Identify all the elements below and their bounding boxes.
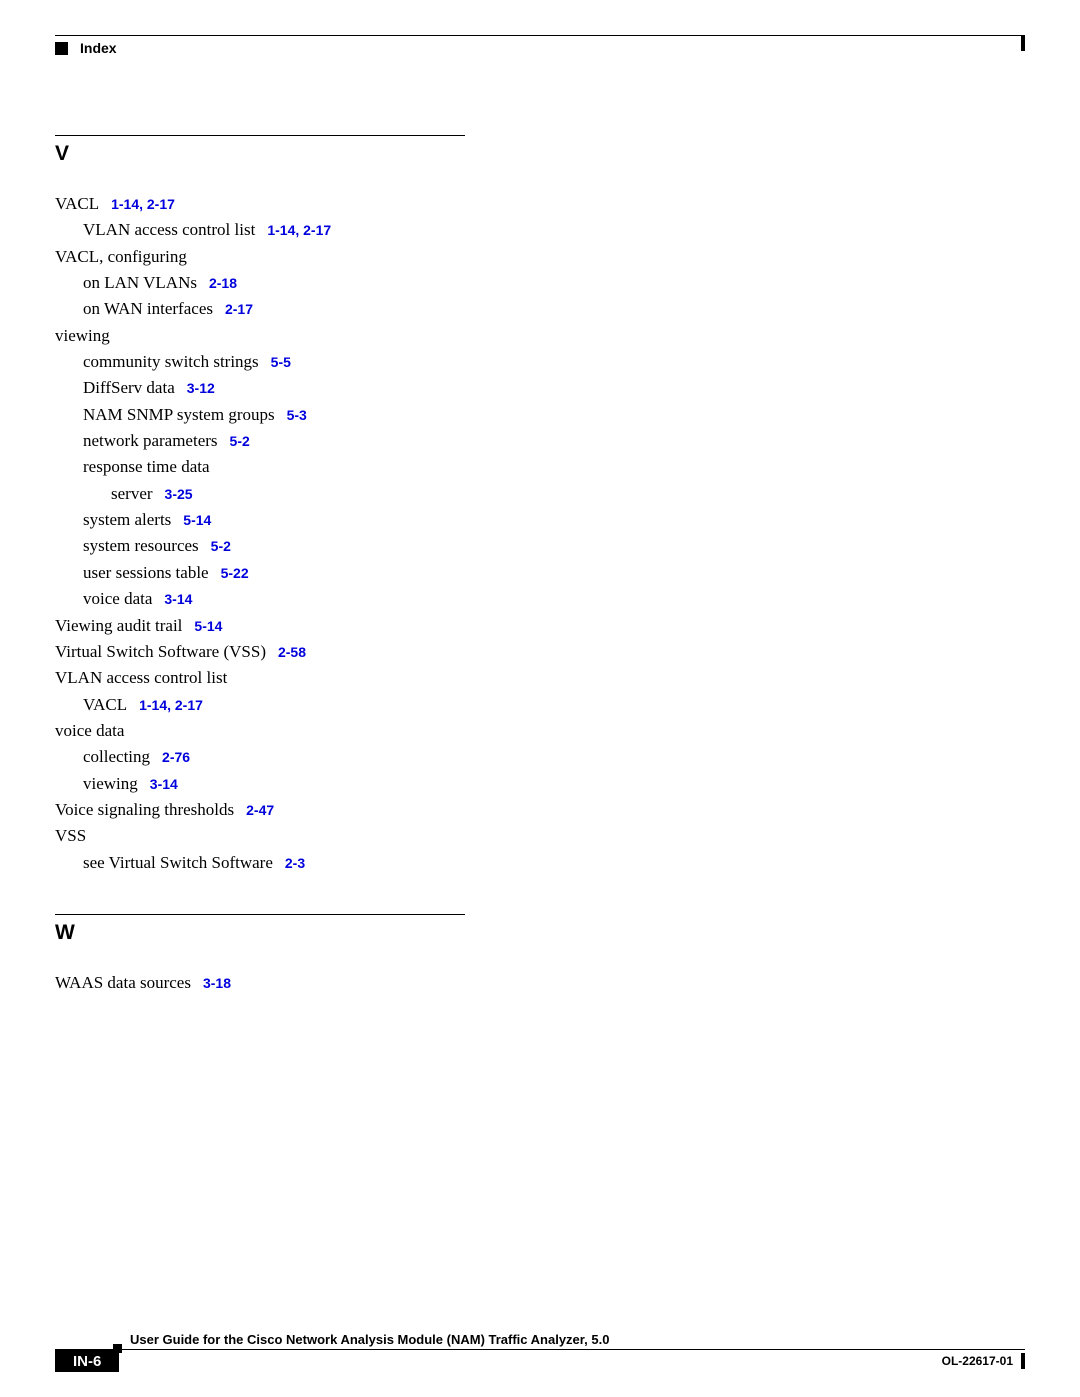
- index-entry: Virtual Switch Software (VSS) 2-58: [55, 639, 465, 665]
- index-entry: community switch strings 5-5: [55, 349, 465, 375]
- index-entry: server 3-25: [55, 481, 465, 507]
- entry-text: collecting: [83, 747, 150, 766]
- entry-text: Viewing audit trail: [55, 616, 182, 635]
- page-ref[interactable]: 3-12: [187, 380, 215, 396]
- index-entry: voice data: [55, 718, 465, 744]
- page-ref[interactable]: 2-76: [162, 749, 190, 765]
- entry-text: server: [111, 484, 153, 503]
- index-entry: system resources 5-2: [55, 533, 465, 559]
- page-ref[interactable]: 5-5: [271, 354, 291, 370]
- section-rule: [55, 914, 465, 915]
- index-entry: VSS: [55, 823, 465, 849]
- index-entry: VACL 1-14, 2-17: [55, 191, 465, 217]
- index-entry: user sessions table 5-22: [55, 560, 465, 586]
- entry-text: Voice signaling thresholds: [55, 800, 234, 819]
- footer-doc-title: User Guide for the Cisco Network Analysi…: [55, 1332, 1025, 1349]
- entry-text: system alerts: [83, 510, 171, 529]
- entry-text: voice data: [55, 721, 124, 740]
- section-letter-w: W: [55, 921, 465, 945]
- crop-mark-icon: [1021, 1353, 1025, 1369]
- page-ref[interactable]: 5-14: [183, 512, 211, 528]
- entry-text: voice data: [83, 589, 152, 608]
- entry-text: VLAN access control list: [55, 668, 227, 687]
- index-entry: VACL, configuring: [55, 244, 465, 270]
- page-ref[interactable]: 3-14: [164, 591, 192, 607]
- index-entry: on WAN interfaces 2-17: [55, 296, 465, 322]
- footer-bar: IN-6 OL-22617-01: [55, 1349, 1025, 1372]
- page-ref[interactable]: 1-14, 2-17: [139, 697, 203, 713]
- index-entry: VLAN access control list: [55, 665, 465, 691]
- index-entry: VLAN access control list 1-14, 2-17: [55, 217, 465, 243]
- entry-text: viewing: [55, 326, 110, 345]
- entry-text: on WAN interfaces: [83, 299, 213, 318]
- page-header: Index: [55, 40, 1025, 56]
- index-entry: response time data: [55, 454, 465, 480]
- index-content: V VACL 1-14, 2-17 VLAN access control lis…: [55, 125, 465, 996]
- section-rule: [55, 135, 465, 136]
- entry-text: on LAN VLANs: [83, 273, 197, 292]
- entry-text: community switch strings: [83, 352, 259, 371]
- index-entry: DiffServ data 3-12: [55, 375, 465, 401]
- entry-text: VLAN access control list: [83, 220, 255, 239]
- page-ref[interactable]: 5-2: [211, 538, 231, 554]
- index-entry: Viewing audit trail 5-14: [55, 613, 465, 639]
- entry-text: VACL: [83, 695, 127, 714]
- index-entry: voice data 3-14: [55, 586, 465, 612]
- page-ref[interactable]: 3-25: [165, 486, 193, 502]
- entry-text: Virtual Switch Software (VSS): [55, 642, 266, 661]
- index-entry: WAAS data sources 3-18: [55, 970, 465, 996]
- entry-text: see Virtual Switch Software: [83, 853, 273, 872]
- page-ref[interactable]: 2-47: [246, 802, 274, 818]
- page-ref[interactable]: 3-18: [203, 975, 231, 991]
- entry-text: response time data: [83, 457, 210, 476]
- entry-text: VACL: [55, 194, 99, 213]
- entry-text: network parameters: [83, 431, 218, 450]
- entry-text: DiffServ data: [83, 378, 175, 397]
- page-footer: User Guide for the Cisco Network Analysi…: [55, 1332, 1025, 1372]
- page-ref[interactable]: 3-14: [150, 776, 178, 792]
- index-entry: viewing: [55, 323, 465, 349]
- index-entry: viewing 3-14: [55, 771, 465, 797]
- header-rule: [55, 35, 1025, 36]
- entry-text: system resources: [83, 536, 199, 555]
- entry-text: VSS: [55, 826, 86, 845]
- index-entry: system alerts 5-14: [55, 507, 465, 533]
- page-ref[interactable]: 2-3: [285, 855, 305, 871]
- page-ref[interactable]: 5-22: [221, 565, 249, 581]
- index-entry: collecting 2-76: [55, 744, 465, 770]
- page-ref[interactable]: 2-18: [209, 275, 237, 291]
- index-entry: network parameters 5-2: [55, 428, 465, 454]
- page-ref[interactable]: 5-14: [194, 618, 222, 634]
- entry-text: NAM SNMP system groups: [83, 405, 275, 424]
- page-ref[interactable]: 2-58: [278, 644, 306, 660]
- footer-doc-id: OL-22617-01: [942, 1354, 1013, 1368]
- page-ref[interactable]: 1-14, 2-17: [267, 222, 331, 238]
- entry-text: VACL, configuring: [55, 247, 187, 266]
- entry-text: WAAS data sources: [55, 973, 191, 992]
- footer-bullet-icon: [113, 1344, 122, 1353]
- page-ref[interactable]: 2-17: [225, 301, 253, 317]
- footer-page-number: IN-6: [55, 1350, 119, 1372]
- index-entry: VACL 1-14, 2-17: [55, 692, 465, 718]
- crop-mark-icon: [1021, 35, 1025, 51]
- entry-text: viewing: [83, 774, 138, 793]
- index-entry: on LAN VLANs 2-18: [55, 270, 465, 296]
- header-bullet-icon: [55, 42, 68, 55]
- index-entry: NAM SNMP system groups 5-3: [55, 402, 465, 428]
- page-ref[interactable]: 5-3: [287, 407, 307, 423]
- index-entry: see Virtual Switch Software 2-3: [55, 850, 465, 876]
- entry-text: user sessions table: [83, 563, 209, 582]
- page-ref[interactable]: 1-14, 2-17: [111, 196, 175, 212]
- index-entry: Voice signaling thresholds 2-47: [55, 797, 465, 823]
- header-label: Index: [80, 40, 117, 56]
- page-ref[interactable]: 5-2: [230, 433, 250, 449]
- section-letter-v: V: [55, 142, 465, 166]
